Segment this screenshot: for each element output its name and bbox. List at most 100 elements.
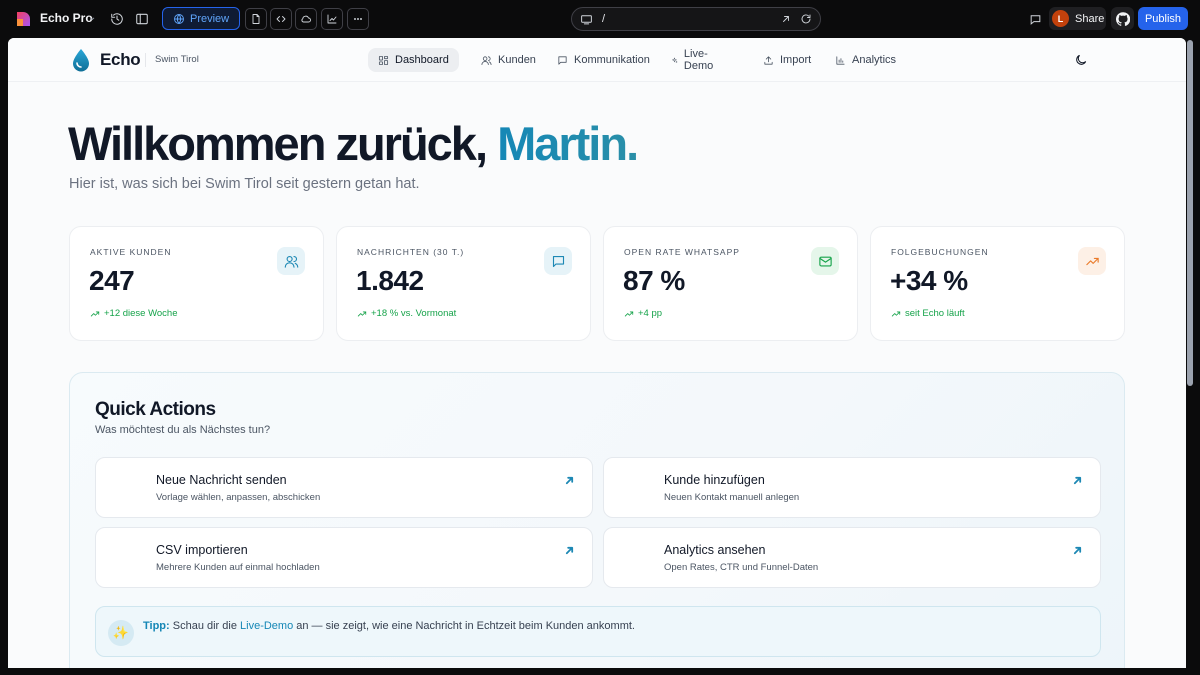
nav-label: Analytics [852, 54, 897, 66]
nav-label: Kunden [498, 54, 536, 66]
trending-up-icon [624, 311, 634, 316]
stat-delta-text: +12 diese Woche [104, 308, 178, 319]
sparkles-icon [672, 57, 678, 63]
stat-delta-text: +18 % vs. Vormonat [371, 308, 457, 319]
action-description: Vorlage wählen, anpassen, abschicken [156, 492, 321, 503]
trending-up-icon [357, 311, 367, 316]
stat-card-open-rate: OPEN RATE WHATSAPP 87 % +4 pp [603, 226, 858, 341]
user-name: Martin. [497, 117, 639, 170]
arrow-up-right-icon [565, 472, 574, 485]
nav-label: Kommunikation [574, 54, 650, 66]
reload-icon[interactable] [800, 13, 812, 25]
action-description: Neuen Kontakt manuell anlegen [664, 492, 800, 503]
github-icon[interactable] [1111, 7, 1134, 30]
stat-delta: +18 % vs. Vormonat [357, 308, 456, 319]
action-send-message[interactable]: Neue Nachricht senden Vorlage wählen, an… [95, 457, 593, 518]
action-view-analytics[interactable]: Analytics ansehen Open Rates, CTR und Fu… [603, 527, 1101, 588]
globe-icon [174, 13, 184, 24]
brand-name[interactable]: Echo [100, 50, 141, 70]
stat-card-active-customers: AKTIVE KUNDEN 247 +12 diese Woche [69, 226, 324, 341]
action-import-csv[interactable]: CSV importieren Mehrere Kunden auf einma… [95, 527, 593, 588]
preview-frame: Echo Swim Tirol Dashboard Kunden Kommuni… [8, 38, 1186, 668]
nav-item-kunden[interactable]: Kunden [471, 48, 546, 72]
message-icon [558, 55, 567, 65]
url-path[interactable]: / [602, 13, 605, 25]
share-label: Share [1075, 12, 1105, 25]
scrollbar[interactable] [1187, 40, 1193, 386]
live-demo-link[interactable]: Live-Demo [240, 620, 293, 632]
nav-item-live-demo[interactable]: Live-Demo [661, 48, 727, 72]
action-icon [616, 542, 652, 576]
arrow-up-right-icon [1073, 542, 1082, 555]
trending-up-icon [891, 311, 901, 316]
echo-drop-logo-icon[interactable] [71, 48, 91, 72]
tip-text: Tipp: Schau dir die Live-Demo an — sie z… [143, 620, 635, 632]
nav-item-analytics[interactable]: Analytics [825, 48, 906, 72]
nav-item-kommunikation[interactable]: Kommunikation [547, 48, 660, 72]
action-title: CSV importieren [156, 543, 248, 557]
preview-button[interactable]: Preview [162, 7, 240, 30]
action-icon [108, 542, 144, 576]
users-icon [481, 55, 492, 65]
stat-value: 87 % [623, 265, 685, 296]
code-icon[interactable] [270, 8, 292, 30]
nav-item-import[interactable]: Import [753, 48, 821, 72]
tip-label: Tipp: [143, 620, 170, 632]
stat-card-follow-bookings: FOLGEBUCHUNGEN +34 % seit Echo läuft [870, 226, 1125, 341]
action-title: Kunde hinzufügen [664, 473, 765, 487]
open-external-icon[interactable] [780, 13, 792, 25]
monitor-icon[interactable] [580, 13, 593, 26]
organization-name: Swim Tirol [155, 54, 199, 65]
stat-value: 247 [89, 265, 135, 296]
comment-icon[interactable] [1024, 8, 1046, 30]
arrow-up-right-icon [1073, 472, 1082, 485]
action-description: Mehrere Kunden auf einmal hochladen [156, 562, 320, 573]
upload-icon [764, 55, 773, 65]
stat-value: +34 % [890, 265, 968, 296]
share-button[interactable]: L Share [1049, 7, 1106, 30]
history-icon[interactable] [106, 8, 128, 30]
stat-label: NACHRICHTEN (30 T.) [357, 247, 465, 257]
analytics-chart-icon[interactable] [321, 8, 343, 30]
avatar: L [1052, 10, 1069, 27]
page-subtitle: Hier ist, was sich bei Swim Tirol seit g… [69, 176, 420, 192]
nav-label: Import [780, 54, 812, 66]
publish-button[interactable]: Publish [1138, 7, 1188, 30]
action-icon [108, 472, 144, 506]
sparkles-icon: ✨ [108, 620, 134, 646]
stat-delta: +4 pp [624, 308, 662, 319]
stat-delta: +12 diese Woche [90, 308, 178, 319]
chevron-down-icon[interactable]: ⌄ [88, 12, 96, 23]
app-header: Echo Swim Tirol Dashboard Kunden Kommuni… [8, 38, 1186, 82]
trending-up-icon [90, 311, 100, 316]
sidebar-toggle-icon[interactable] [131, 8, 153, 30]
dashboard-icon [378, 55, 389, 65]
tip-text-before: Schau dir die [169, 620, 241, 632]
echo-pro-logo-icon [17, 12, 30, 26]
quick-actions-subtitle: Was möchtest du als Nächstes tun? [95, 424, 271, 436]
stat-label: AKTIVE KUNDEN [90, 247, 172, 257]
users-icon [277, 247, 305, 275]
project-name[interactable]: Echo Pro [40, 11, 93, 25]
bar-chart-icon [836, 55, 845, 65]
greeting: Willkommen zurück, [68, 117, 498, 170]
stat-label: OPEN RATE WHATSAPP [624, 247, 740, 257]
arrow-up-right-icon [565, 542, 574, 555]
trending-up-icon [1078, 247, 1106, 275]
dark-mode-moon-icon[interactable] [1074, 53, 1088, 67]
more-options-icon[interactable] [347, 8, 369, 30]
page-title: Willkommen zurück, Martin. [68, 116, 639, 171]
url-bar[interactable]: / [571, 7, 821, 31]
nav-label: Dashboard [395, 54, 449, 66]
tip-banner: ✨ Tipp: Schau dir die Live-Demo an — sie… [95, 606, 1101, 657]
file-icon[interactable] [245, 8, 267, 30]
action-title: Neue Nachricht senden [156, 473, 287, 487]
stat-delta: seit Echo läuft [891, 308, 965, 319]
cloud-icon[interactable] [295, 8, 317, 30]
message-icon [544, 247, 572, 275]
action-description: Open Rates, CTR und Funnel-Daten [664, 562, 819, 573]
quick-actions-panel: Quick Actions Was möchtest du als Nächst… [69, 372, 1125, 668]
tip-text-after: an — sie zeigt, wie eine Nachricht in Ec… [293, 620, 635, 632]
action-add-customer[interactable]: Kunde hinzufügen Neuen Kontakt manuell a… [603, 457, 1101, 518]
nav-item-dashboard[interactable]: Dashboard [368, 48, 459, 72]
